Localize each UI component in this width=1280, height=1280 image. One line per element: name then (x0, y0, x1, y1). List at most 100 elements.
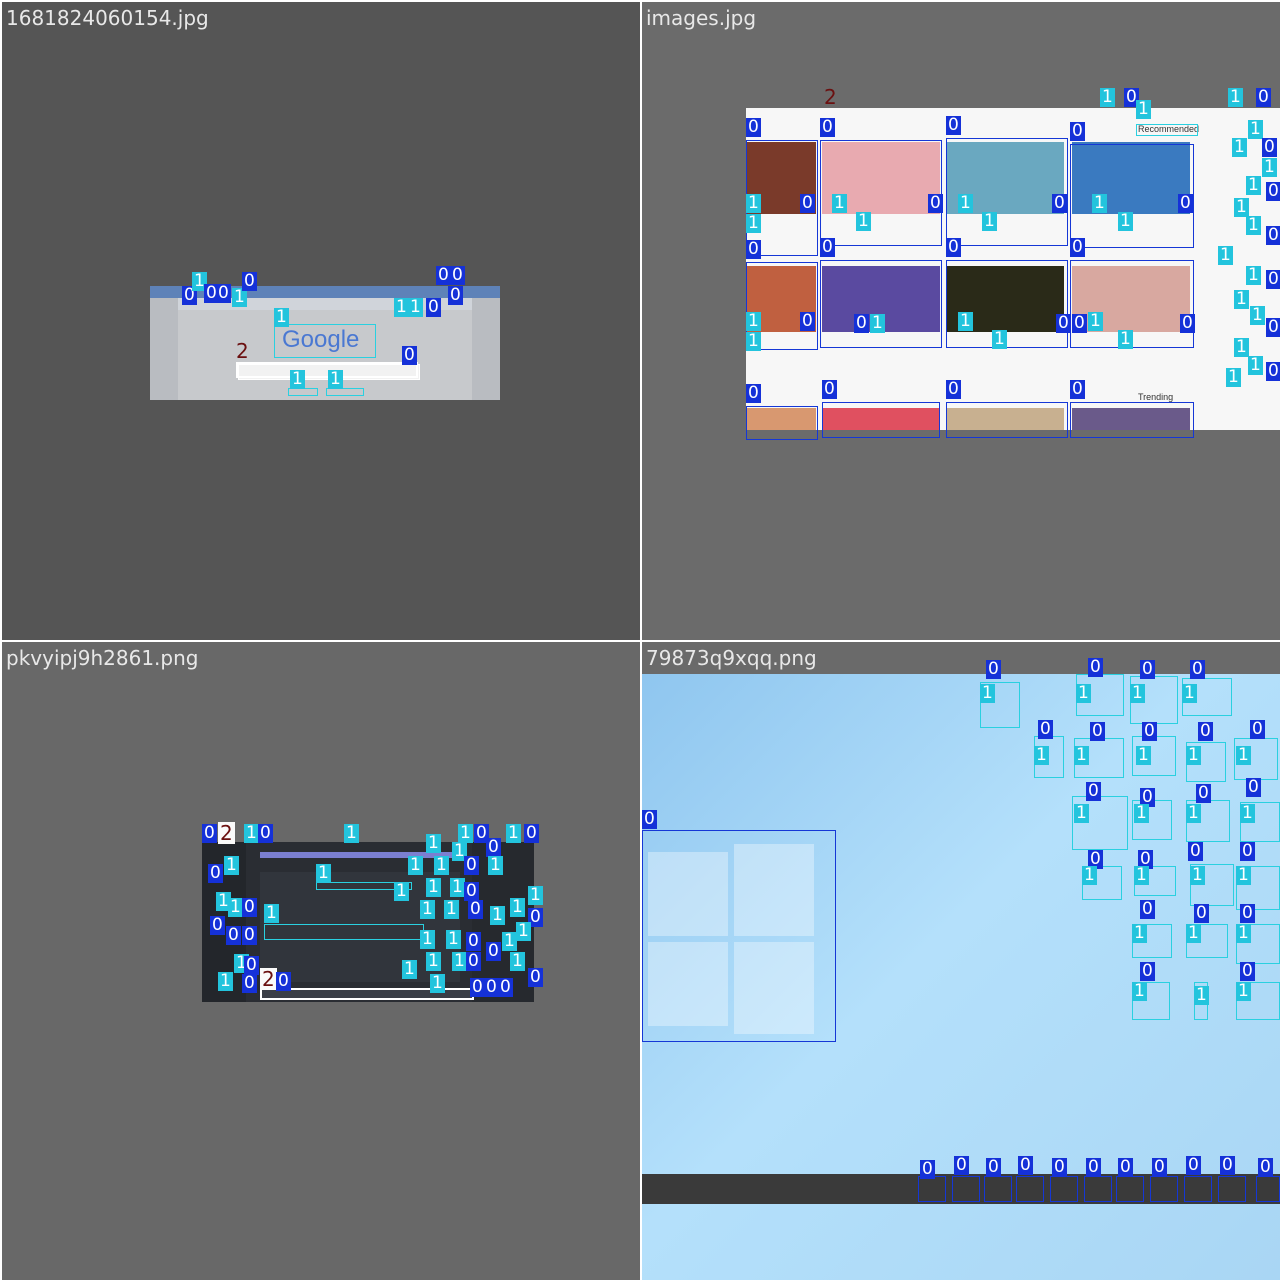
label-tag: 1 (746, 193, 761, 213)
label-tag: 0 (854, 313, 869, 333)
label-tag: 1 (1136, 745, 1151, 765)
label-tag: 1 (1246, 215, 1261, 235)
label-tag: 1 (1246, 265, 1261, 285)
label-tag: 1 (1118, 211, 1133, 231)
label-tag: 1 (980, 683, 995, 703)
label-tag: 0 (426, 297, 441, 317)
taskbar-icon-box[interactable] (918, 1176, 946, 1202)
label-tag: 0 (986, 1157, 1001, 1177)
label-tag: 1 (1236, 745, 1251, 765)
taskbar-icon-box[interactable] (1050, 1176, 1078, 1202)
label-tag: 0 (1090, 721, 1105, 741)
taskbar-icon-box[interactable] (1218, 1176, 1246, 1202)
tile-filename: pkvyipj9h2861.png (6, 646, 199, 670)
label-tag: 0 (1266, 317, 1280, 337)
label-tag: 0 (1196, 783, 1211, 803)
label-tag: 0 (242, 973, 257, 993)
label-tag: 0 (464, 855, 479, 875)
taskbar-icon-box[interactable] (1116, 1176, 1144, 1202)
label-tag: 1 (1234, 289, 1249, 309)
label-tag: 1 (402, 959, 417, 979)
label-tag: 1 (1226, 367, 1241, 387)
label-tag: 1 (328, 369, 343, 389)
label-tag: 0 (746, 383, 761, 403)
label-tag: 1 (430, 973, 445, 993)
tile-filename: 1681824060154.jpg (6, 6, 209, 30)
detection-box (946, 402, 1068, 438)
label-tag: 1 (1246, 175, 1261, 195)
label-tag: 0 (1086, 1157, 1101, 1177)
label-tag: 0 (1140, 961, 1155, 981)
taskbar-icon-box[interactable] (1256, 1176, 1280, 1202)
label-tag: 1 (218, 971, 233, 991)
label-tag: 0 (208, 863, 223, 883)
label-tag: 1 (958, 193, 973, 213)
taskbar-icon-box[interactable] (1016, 1176, 1044, 1202)
label-tag: 1 (394, 881, 409, 901)
label-tag: 1 (426, 951, 441, 971)
label-tag: 0 (986, 659, 1001, 679)
taskbar-icon-box[interactable] (1184, 1176, 1212, 1202)
label-tag: 0 (1118, 1157, 1133, 1177)
label-tag: 0 (1052, 193, 1067, 213)
tile-filename: 79873q9xqq.png (646, 646, 817, 670)
label-tag: 1 (1218, 245, 1233, 265)
label-tag: 0 (1240, 841, 1255, 861)
label-tag: 0 (528, 967, 543, 987)
label-tag: 0 (1086, 781, 1101, 801)
label-tag: 0 (484, 977, 499, 997)
label-tag: 0 (276, 971, 291, 991)
label-tag: 1 (1034, 745, 1049, 765)
label-tag: 0 (1140, 659, 1155, 679)
label-tag: 1 (1076, 683, 1091, 703)
label-tag: 0 (486, 941, 501, 961)
taskbar-icon-box[interactable] (1084, 1176, 1112, 1202)
label-tag: 1 (1234, 197, 1249, 217)
label-tag: 2 (260, 967, 277, 991)
label-tag: 1 (244, 823, 259, 843)
label-tag: 1 (426, 833, 441, 853)
label-tag: 1 (1186, 923, 1201, 943)
label-tag: 0 (216, 283, 231, 303)
label-tag: 0 (1262, 137, 1277, 157)
detection-box (746, 406, 818, 440)
taskbar-icon-box[interactable] (1150, 1176, 1178, 1202)
detection-box (1070, 402, 1194, 438)
label-tag: 0 (746, 239, 761, 259)
detection-box (820, 260, 942, 348)
label-tag: 1 (1234, 337, 1249, 357)
label-tag: 0 (820, 237, 835, 257)
label-tag: 0 (946, 379, 961, 399)
label-tag: 1 (510, 897, 525, 917)
label-tag: 1 (516, 921, 531, 941)
label-tag: 1 (228, 897, 243, 917)
label-tag: 0 (954, 1155, 969, 1175)
label-tag: 0 (1072, 313, 1087, 333)
taskbar-icon-box[interactable] (984, 1176, 1012, 1202)
detection-box (326, 388, 364, 396)
label-tag: 1 (316, 863, 331, 883)
label-tag: 1 (1134, 865, 1149, 885)
label-tag: 0 (1258, 1157, 1273, 1177)
taskbar-icon-box[interactable] (952, 1176, 980, 1202)
label-tag: 0 (800, 193, 815, 213)
label-tag: 1 (1082, 865, 1097, 885)
label-tag: 1 (1182, 683, 1197, 703)
detection-box (236, 362, 418, 378)
label-tag: 0 (946, 237, 961, 257)
label-tag: 0 (448, 285, 463, 305)
label-tag: 1 (408, 297, 423, 317)
label-tag: 1 (344, 823, 359, 843)
label-tag: 1 (290, 369, 305, 389)
label-tag: 0 (928, 193, 943, 213)
label-tag: 0 (1038, 719, 1053, 739)
label-tag: 0 (1266, 225, 1280, 245)
label-tag: 0 (1142, 721, 1157, 741)
label-tag: 1 (488, 855, 503, 875)
label-tag: 1 (264, 903, 279, 923)
label-tag: 0 (820, 117, 835, 137)
label-tag: 1 (1130, 683, 1145, 703)
label-tag: 1 (870, 313, 885, 333)
detection-box (1136, 124, 1198, 136)
label-tag: 0 (822, 379, 837, 399)
